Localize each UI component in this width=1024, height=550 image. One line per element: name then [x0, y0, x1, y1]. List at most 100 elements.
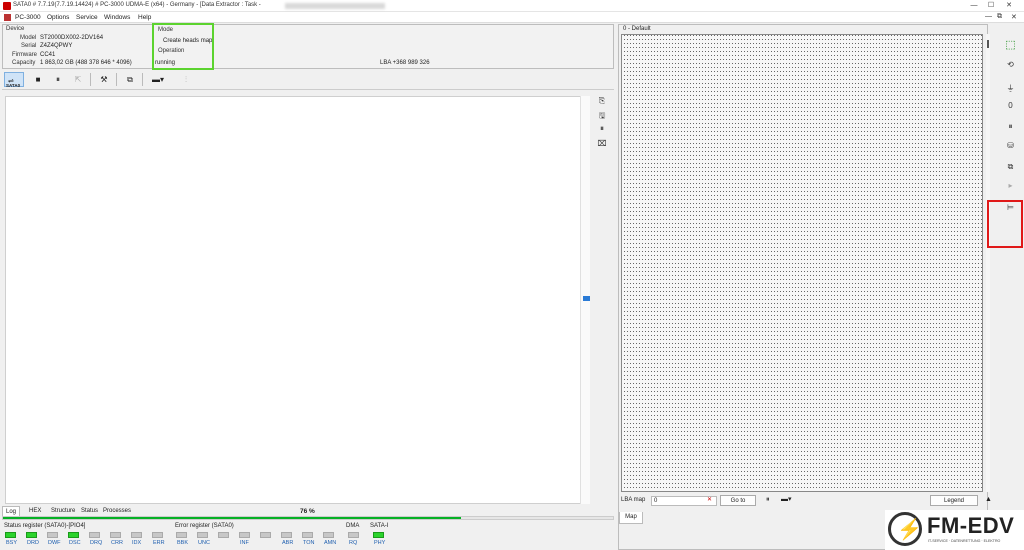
- chart-icon[interactable]: ⫶: [178, 72, 194, 87]
- title-bar: SATA0 # 7.7.19(7.7.19.14424) # PC-3000 U…: [0, 0, 1024, 12]
- power-icon[interactable]: ⏚: [1003, 83, 1018, 96]
- stop-icon[interactable]: ■: [30, 72, 46, 87]
- lba-map-label: LBA map: [621, 497, 646, 503]
- toolbar-separator: [116, 73, 117, 86]
- menu-service[interactable]: Service: [76, 14, 98, 21]
- clear-log-icon[interactable]: ⌧: [596, 139, 608, 150]
- document-icon[interactable]: [4, 14, 11, 21]
- status-register-title: Status register (SATA0)-[PIO4]: [4, 523, 86, 529]
- led-error-amn: [323, 532, 334, 538]
- copy-icon[interactable]: ⧉: [122, 72, 138, 87]
- map-pause-icon[interactable]: ⏸: [766, 496, 770, 504]
- maximize-button[interactable]: ☐: [985, 1, 997, 10]
- led-label-rq: RQ: [349, 540, 358, 546]
- led-label-unc: UNC: [198, 540, 210, 546]
- led-label-bsy: BSY: [6, 540, 18, 546]
- lba-position: LBA +368 989 326: [380, 60, 430, 66]
- log-output-area[interactable]: [5, 96, 590, 504]
- progress-percent: 76 %: [300, 508, 315, 515]
- menu-pc3000[interactable]: PC-3000: [15, 14, 41, 21]
- collapse-icon[interactable]: ▲: [985, 496, 992, 503]
- menu-windows[interactable]: Windows: [104, 14, 130, 21]
- mdi-minimize-button[interactable]: —: [985, 13, 992, 20]
- tab-map[interactable]: Map: [619, 512, 643, 524]
- led-error-abr: [281, 532, 292, 538]
- progress-bar: [2, 516, 614, 520]
- map-scroll-thumb[interactable]: [987, 40, 989, 48]
- toolbar: ⇌ SATA0 ■ ⏸ ⇱ ⚒ ⧉ ▬▾ ⫶: [2, 70, 614, 90]
- led-sata-phy: [373, 532, 384, 538]
- scroll-marker[interactable]: [583, 296, 590, 301]
- sata-title: SATA-I: [370, 523, 389, 529]
- firmware-label: Firmware: [12, 52, 37, 58]
- toolbar-separator: [90, 73, 91, 86]
- model-label: Model: [20, 35, 37, 41]
- legend-button[interactable]: Legend: [930, 495, 978, 506]
- led-label-idx: IDX: [132, 540, 142, 546]
- led-label-drd: DRD: [27, 540, 39, 546]
- mdi-restore-button[interactable]: ⧉: [997, 13, 1002, 21]
- led-error-unc: [197, 532, 208, 538]
- serial-value: Z4Z4QPWY: [40, 43, 73, 49]
- led-status-drd: [26, 532, 37, 538]
- led-label-crr: CRR: [111, 540, 123, 546]
- copy-close-icon[interactable]: ⧉: [1003, 162, 1018, 175]
- menu-options[interactable]: Options: [47, 14, 69, 21]
- led-label-amn: AMN: [324, 540, 337, 546]
- pause-icon[interactable]: ⏸: [50, 72, 66, 87]
- firmware-value: CC41: [40, 52, 56, 58]
- clear-lba-icon[interactable]: ✕: [707, 496, 712, 503]
- sata-port-button[interactable]: ⇌ SATA0: [4, 72, 24, 88]
- led-status-idx: [131, 532, 142, 538]
- capacity-value: 1 863,02 GB (488 378 646 * 4096): [40, 60, 132, 66]
- window-title: SATA0 # 7.7.19(7.7.19.14424) # PC-3000 U…: [13, 2, 261, 8]
- register-panel: Status register (SATA0)-[PIO4] Error reg…: [2, 522, 614, 549]
- led-label-phy: PHY: [374, 540, 386, 546]
- tools-icon[interactable]: ⚒: [96, 72, 112, 87]
- error-register-title: Error register (SATA0): [175, 523, 234, 529]
- menu-help[interactable]: Help: [138, 14, 151, 21]
- close-button[interactable]: ✕: [1003, 1, 1015, 10]
- export-icon[interactable]: ⇱: [70, 72, 86, 87]
- led-status-drq: [89, 532, 100, 538]
- fm-edv-logo: FM-EDV IT-SERVICE · DATENRETTUNG · ELEKT…: [885, 510, 1024, 550]
- led-label-ton: TON: [303, 540, 315, 546]
- menu-bar: PC-3000 Options Service Windows Help — ⧉…: [0, 12, 1024, 23]
- log-scrollbar[interactable]: [580, 96, 590, 504]
- led-label-abr: ABR: [282, 540, 294, 546]
- mdi-close-button[interactable]: ✕: [1011, 13, 1017, 21]
- device-header: Device: [6, 26, 25, 32]
- led-error-bbk: [176, 532, 187, 538]
- blurred-task-name: [285, 3, 385, 9]
- reset-icon[interactable]: ⟲: [1003, 60, 1018, 73]
- led-status-err: [152, 532, 163, 538]
- dma-title: DMA: [346, 523, 360, 529]
- serial-label: Serial: [21, 43, 37, 49]
- map-title: 0 - Default: [623, 26, 651, 32]
- save-icon[interactable]: 🖫: [596, 110, 608, 121]
- map-scrollbar[interactable]: [986, 34, 990, 492]
- logo-tagline: IT-SERVICE · DATENRETTUNG · ELEKTRO: [928, 539, 1001, 543]
- open-file-icon[interactable]: ⎘: [596, 96, 608, 107]
- model-value: ST2000DX002-2DV164: [40, 35, 104, 41]
- logo-name: FM-EDV: [927, 513, 1015, 538]
- led-status-dwf: [47, 532, 58, 538]
- led-status-bsy: [5, 532, 16, 538]
- zero-icon[interactable]: 0: [1003, 101, 1018, 114]
- minimize-button[interactable]: —: [968, 1, 980, 10]
- toolbar-separator: [142, 73, 143, 86]
- capacity-label: Capacity: [12, 60, 36, 66]
- led-label-dsc: DSC: [69, 540, 81, 546]
- heads-map-grid[interactable]: [621, 34, 983, 492]
- drive-icon[interactable]: ⛁: [1003, 141, 1018, 154]
- goto-button[interactable]: Go to: [720, 495, 756, 506]
- led-label-dwf: DWF: [48, 540, 61, 546]
- map-view-icon[interactable]: ▬▾: [781, 495, 792, 503]
- create-map-icon[interactable]: ⬚: [1003, 38, 1018, 51]
- led-status-crr: [110, 532, 121, 538]
- pause-process-icon[interactable]: ⏸: [1003, 122, 1018, 135]
- lightning-icon: [888, 512, 922, 546]
- play-icon[interactable]: ▸: [1003, 181, 1018, 194]
- view-mode-icon[interactable]: ▬▾: [147, 72, 169, 87]
- pause-log-icon[interactable]: ⏸: [596, 124, 608, 135]
